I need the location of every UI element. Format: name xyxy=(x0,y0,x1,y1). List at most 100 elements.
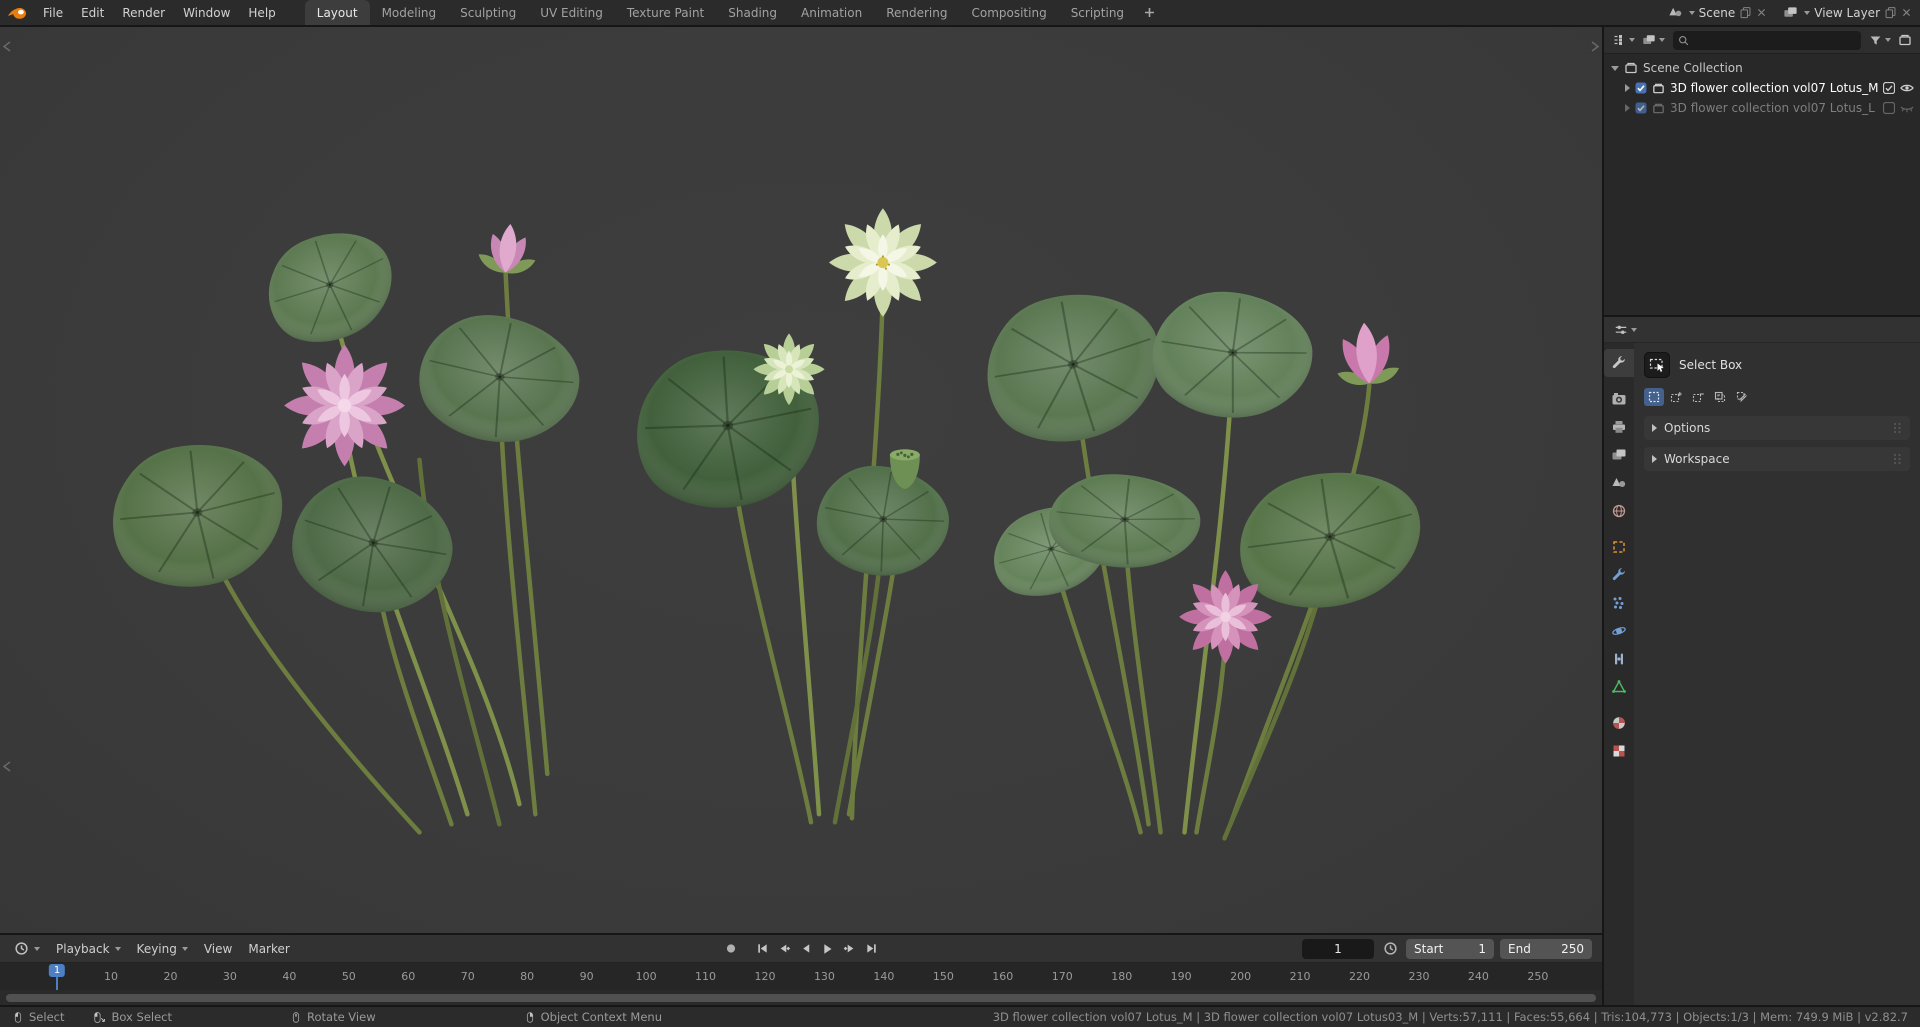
properties-tab-particles[interactable] xyxy=(1604,589,1634,617)
select-mode-set[interactable] xyxy=(1644,388,1664,406)
disclosure-triangle-icon[interactable] xyxy=(1625,84,1630,92)
properties-tab-physics[interactable] xyxy=(1604,617,1634,645)
properties-tab-constraints[interactable] xyxy=(1604,645,1634,673)
start-frame-field[interactable]: Start1 xyxy=(1406,939,1494,959)
outliner-row-lotus-l[interactable]: 3D flower collection vol07 Lotus_L xyxy=(1604,98,1920,118)
lotus-scene[interactable] xyxy=(0,27,1602,933)
select-mode-extend[interactable] xyxy=(1666,388,1686,406)
properties-editor-type-button[interactable] xyxy=(1612,323,1639,337)
properties-tab-world[interactable] xyxy=(1604,497,1634,525)
menubar-item[interactable]: Help xyxy=(239,0,284,25)
white-lotus-flower[interactable] xyxy=(829,208,937,317)
pink-lotus-flower[interactable] xyxy=(284,345,405,467)
blender-logo-icon[interactable] xyxy=(8,5,27,20)
jump-to-end-button[interactable] xyxy=(862,939,882,959)
outliner-row-lotus-m[interactable]: 3D flower collection vol07 Lotus_M xyxy=(1604,78,1920,98)
outliner-search[interactable] xyxy=(1673,31,1861,50)
collection-checkbox-checked[interactable] xyxy=(1635,82,1647,94)
region-corner-arrow[interactable] xyxy=(3,757,11,776)
add-view-layer-button[interactable] xyxy=(1884,6,1897,19)
collection-checkbox-checked[interactable] xyxy=(1635,102,1647,114)
play-reverse-button[interactable] xyxy=(796,939,816,959)
properties-tab-object[interactable] xyxy=(1604,533,1634,561)
properties-tab-texture[interactable] xyxy=(1604,737,1634,765)
view-layer-selector[interactable]: View Layer xyxy=(1783,5,1912,20)
add-workspace-button[interactable] xyxy=(1136,7,1162,18)
timeline-horizontal-scrollbar[interactable] xyxy=(6,994,1596,1002)
auto-keying-toggle[interactable] xyxy=(1380,939,1400,959)
panel-grip-icon[interactable] xyxy=(1892,452,1902,466)
3d-viewport[interactable] xyxy=(0,27,1602,933)
disclosure-triangle-icon[interactable] xyxy=(1611,66,1619,71)
properties-tab-material[interactable] xyxy=(1604,709,1634,737)
properties-tab-modifiers[interactable] xyxy=(1604,561,1634,589)
options-panel-header[interactable]: Options xyxy=(1644,416,1910,440)
properties-tab-scene[interactable] xyxy=(1604,469,1634,497)
disclosure-triangle-icon[interactable] xyxy=(1625,104,1630,112)
box-select-tool-button[interactable] xyxy=(1644,352,1670,378)
workspace-tab[interactable]: Layout xyxy=(305,0,370,25)
new-scene-button[interactable] xyxy=(1739,6,1752,19)
pink-lotus-flower-right[interactable] xyxy=(1179,570,1272,663)
keying-menu[interactable]: Keying xyxy=(129,942,196,956)
workspace-tab[interactable]: Compositing xyxy=(959,0,1058,25)
workspace-tab[interactable]: Sculpting xyxy=(448,0,528,25)
current-frame-field[interactable]: 1 xyxy=(1302,939,1374,959)
panel-grip-icon[interactable] xyxy=(1892,421,1902,435)
workspace-panel-header[interactable]: Workspace xyxy=(1644,447,1910,471)
eye-closed-icon[interactable] xyxy=(1900,102,1914,114)
pink-lotus-bud-right[interactable] xyxy=(1331,320,1403,392)
new-collection-button[interactable] xyxy=(1896,33,1914,47)
properties-tab-view-layer[interactable] xyxy=(1604,441,1634,469)
workspace-tab[interactable]: Rendering xyxy=(874,0,959,25)
outliner-filter-button[interactable] xyxy=(1867,34,1893,47)
eye-icon[interactable] xyxy=(1900,82,1914,94)
properties-tab-object-data[interactable] xyxy=(1604,673,1634,701)
view-menu[interactable]: View xyxy=(196,942,240,956)
workspace-tab[interactable]: Texture Paint xyxy=(615,0,716,25)
timeline-editor-type-button[interactable] xyxy=(6,941,48,956)
end-frame-field[interactable]: End250 xyxy=(1500,939,1592,959)
region-corner-arrow[interactable] xyxy=(1591,37,1599,56)
unlink-scene-button[interactable] xyxy=(1756,7,1767,18)
remove-view-layer-button[interactable] xyxy=(1901,7,1912,18)
jump-to-start-button[interactable] xyxy=(752,939,772,959)
timeline-ruler[interactable]: 1020304050607080901001101201301401501601… xyxy=(0,963,1602,990)
playback-menu[interactable]: Playback xyxy=(48,942,129,956)
properties-tab-output[interactable] xyxy=(1604,413,1634,441)
menubar-item[interactable]: Window xyxy=(174,0,239,25)
chevron-down-icon xyxy=(1629,38,1635,42)
workspace-tab[interactable]: UV Editing xyxy=(528,0,615,25)
menubar-item[interactable]: Render xyxy=(113,0,174,25)
pink-lotus-bud[interactable] xyxy=(474,221,541,281)
next-keyframe-button[interactable] xyxy=(840,939,860,959)
green-white-lotus-flower[interactable] xyxy=(753,333,824,405)
workspace-tab[interactable]: Modeling xyxy=(370,0,449,25)
workspace-tab[interactable]: Scripting xyxy=(1059,0,1136,25)
select-mode-invert[interactable] xyxy=(1710,388,1730,406)
collection-icon xyxy=(1652,82,1665,95)
properties-tab-tool[interactable] xyxy=(1604,349,1634,377)
properties-tab-render[interactable] xyxy=(1604,385,1634,413)
workspace-tab[interactable]: Animation xyxy=(789,0,874,25)
workspace-tab[interactable]: Shading xyxy=(716,0,789,25)
exclude-viewlayer-checkbox[interactable] xyxy=(1883,82,1895,94)
search-input[interactable] xyxy=(1693,34,1856,47)
scene-selector[interactable]: Scene xyxy=(1668,5,1768,20)
select-mode-buttons xyxy=(1644,388,1910,406)
active-tool-panel: Select Box Options xyxy=(1634,343,1920,1005)
previous-keyframe-button[interactable] xyxy=(774,939,794,959)
select-mode-intersect[interactable] xyxy=(1732,388,1752,406)
outliner-row-scene-collection[interactable]: Scene Collection xyxy=(1604,58,1920,78)
play-button[interactable] xyxy=(818,939,838,959)
menubar-item[interactable]: File xyxy=(34,0,72,25)
marker-menu[interactable]: Marker xyxy=(240,942,297,956)
playhead[interactable]: 1 xyxy=(49,964,65,977)
outliner-display-mode-button[interactable] xyxy=(1640,33,1667,47)
record-button[interactable] xyxy=(721,939,741,959)
select-mode-subtract[interactable] xyxy=(1688,388,1708,406)
exclude-viewlayer-checkbox[interactable] xyxy=(1883,102,1895,114)
region-corner-arrow[interactable] xyxy=(3,37,11,56)
menubar-item[interactable]: Edit xyxy=(72,0,113,25)
outliner-editor-type-button[interactable] xyxy=(1610,33,1637,47)
